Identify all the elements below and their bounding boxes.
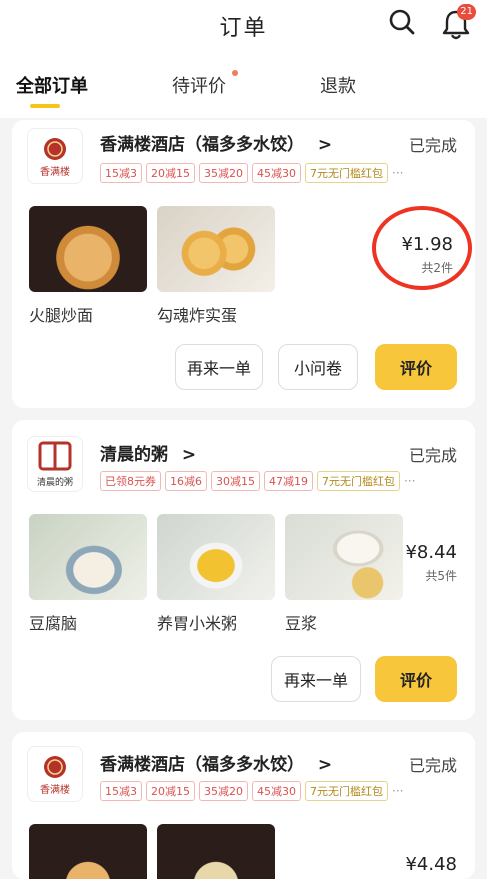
food-item[interactable]: 火腿炒面 bbox=[29, 206, 147, 326]
order-price: ¥4.48 bbox=[405, 854, 457, 875]
food-image bbox=[157, 514, 275, 600]
food-item[interactable] bbox=[157, 824, 275, 879]
food-image bbox=[29, 514, 147, 600]
chevron-right-icon: > bbox=[317, 135, 333, 155]
coupon-tag: 15减3 bbox=[100, 781, 142, 801]
svg-text:清晨的粥: 清晨的粥 bbox=[37, 476, 73, 488]
store-logo: 清晨的粥 bbox=[27, 436, 83, 492]
store-logo: 香满楼 bbox=[27, 128, 83, 184]
store-name-text: 香满楼酒店（福多多水饺） bbox=[100, 135, 304, 155]
review-button[interactable]: 评价 bbox=[375, 656, 457, 702]
store-logo-mark: 清晨的粥 bbox=[37, 441, 73, 488]
store-name[interactable]: 香满楼酒店（福多多水饺） > bbox=[100, 130, 332, 155]
tab-unread-dot bbox=[232, 70, 238, 76]
coupon-list: 15减3 20减15 35减20 45减30 7元无门槛红包 ··· bbox=[100, 162, 403, 184]
store-name[interactable]: 香满楼酒店（福多多水饺） > bbox=[100, 750, 332, 775]
coupon-tag: 35减20 bbox=[199, 781, 248, 801]
notification-button[interactable]: 21 bbox=[440, 4, 476, 40]
more-icon[interactable]: ··· bbox=[392, 166, 403, 180]
survey-button[interactable]: 小问卷 bbox=[278, 344, 358, 390]
top-bar: 订单 21 全部订单 待评价 退款 bbox=[0, 0, 487, 118]
more-icon[interactable]: ··· bbox=[392, 784, 403, 798]
order-price: ¥8.44 bbox=[405, 542, 457, 563]
food-item[interactable]: 豆腐脑 bbox=[29, 514, 147, 634]
food-item[interactable]: 养胃小米粥 bbox=[157, 514, 275, 634]
order-status: 已完成 bbox=[408, 136, 457, 155]
food-name: 豆腐脑 bbox=[29, 614, 78, 633]
annotation-circle bbox=[372, 206, 472, 290]
reorder-button[interactable]: 再来一单 bbox=[271, 656, 361, 702]
coupon-tag: 20减15 bbox=[146, 163, 195, 183]
notification-badge: 21 bbox=[457, 4, 476, 20]
store-logo: 香满楼 bbox=[27, 746, 83, 802]
chevron-right-icon: > bbox=[317, 755, 333, 775]
coupon-tag: 15减3 bbox=[100, 163, 142, 183]
order-status: 已完成 bbox=[408, 446, 457, 465]
search-icon bbox=[389, 9, 415, 35]
coupon-tag: 35减20 bbox=[199, 163, 248, 183]
food-name: 勾魂炸实蛋 bbox=[157, 306, 238, 325]
food-image bbox=[157, 824, 275, 879]
active-tab-indicator bbox=[30, 104, 60, 108]
food-item[interactable]: 勾魂炸实蛋 bbox=[157, 206, 275, 326]
order-card[interactable]: 香满楼 香满楼酒店（福多多水饺） > 已完成 15减3 20减15 35减20 … bbox=[12, 120, 475, 408]
svg-text:香满楼: 香满楼 bbox=[40, 165, 70, 178]
order-total: ¥8.44 共5件 bbox=[405, 542, 457, 584]
coupon-tag: 30减15 bbox=[211, 471, 260, 491]
more-icon[interactable]: ··· bbox=[404, 474, 415, 488]
order-total: ¥4.48 bbox=[405, 854, 457, 875]
reorder-button[interactable]: 再来一单 bbox=[175, 344, 263, 390]
coupon-tag: 7元无门槛红包 bbox=[317, 471, 400, 491]
svg-text:香满楼: 香满楼 bbox=[40, 783, 70, 796]
coupon-list: 已领8元券 16减6 30减15 47减19 7元无门槛红包 ··· bbox=[100, 470, 415, 492]
coupon-tag: 47减19 bbox=[264, 471, 313, 491]
order-card[interactable]: 清晨的粥 清晨的粥 > 已完成 已领8元券 16减6 30减15 47减19 7… bbox=[12, 420, 475, 720]
coupon-tag: 45减30 bbox=[252, 781, 301, 801]
store-name-text: 清晨的粥 bbox=[100, 445, 168, 465]
item-count: 共5件 bbox=[425, 569, 457, 583]
search-button[interactable] bbox=[386, 6, 418, 38]
store-logo-mark: 香满楼 bbox=[40, 756, 70, 796]
store-name[interactable]: 清晨的粥 > bbox=[100, 440, 196, 465]
food-name: 火腿炒面 bbox=[29, 306, 94, 325]
coupon-tag: 7元无门槛红包 bbox=[305, 163, 388, 183]
order-tabs: 全部订单 待评价 退款 bbox=[0, 70, 487, 112]
order-card[interactable]: 香满楼 香满楼酒店（福多多水饺） > 已完成 15减3 20减15 35减20 … bbox=[12, 732, 475, 879]
store-logo-mark: 香满楼 bbox=[40, 138, 70, 178]
order-status: 已完成 bbox=[408, 756, 457, 775]
food-name: 豆浆 bbox=[285, 614, 318, 633]
coupon-list: 15减3 20减15 35减20 45减30 7元无门槛红包 ··· bbox=[100, 780, 403, 802]
food-image bbox=[285, 514, 403, 600]
tab-to-review[interactable]: 待评价 bbox=[172, 72, 226, 98]
tab-refund[interactable]: 退款 bbox=[320, 72, 356, 98]
coupon-tag: 45减30 bbox=[252, 163, 301, 183]
food-image bbox=[29, 206, 147, 292]
tab-all-orders[interactable]: 全部订单 bbox=[16, 72, 88, 98]
food-image bbox=[157, 206, 275, 292]
food-image bbox=[29, 824, 147, 879]
coupon-tag: 20减15 bbox=[146, 781, 195, 801]
food-item[interactable]: 豆浆 bbox=[285, 514, 403, 634]
coupon-tag: 已领8元券 bbox=[100, 471, 161, 491]
chevron-right-icon: > bbox=[181, 445, 197, 465]
coupon-tag: 16减6 bbox=[165, 471, 207, 491]
review-button[interactable]: 评价 bbox=[375, 344, 457, 390]
store-name-text: 香满楼酒店（福多多水饺） bbox=[100, 755, 304, 775]
food-item[interactable] bbox=[29, 824, 147, 879]
food-name: 养胃小米粥 bbox=[157, 614, 238, 633]
coupon-tag: 7元无门槛红包 bbox=[305, 781, 388, 801]
